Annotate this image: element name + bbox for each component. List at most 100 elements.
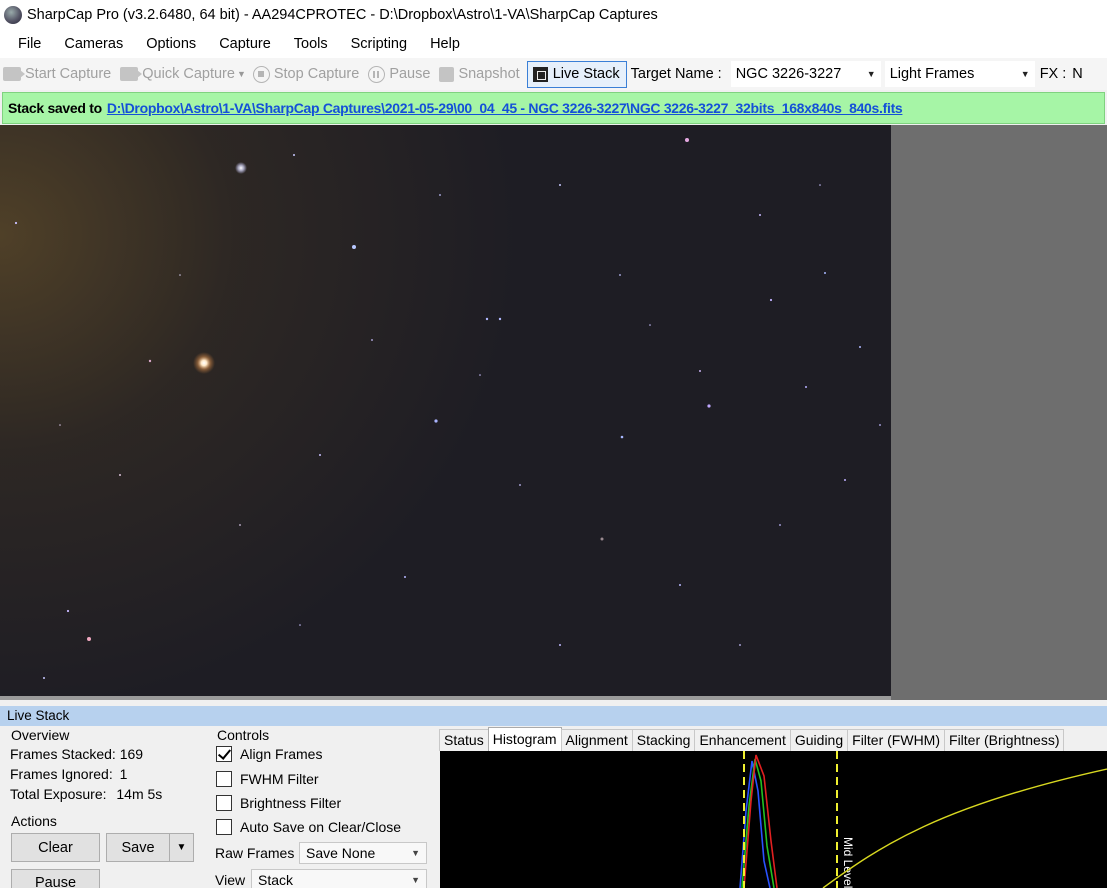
actions-title: Actions: [11, 813, 57, 829]
menu-capture[interactable]: Capture: [219, 36, 271, 52]
auto-save-label: Auto Save on Clear/Close: [240, 819, 402, 835]
total-exposure-value: 14m 5s: [116, 786, 163, 802]
sharpcap-logo-icon: [4, 6, 22, 24]
quick-capture-dropdown-icon[interactable]: ▼: [237, 69, 246, 79]
pause-label: Pause: [389, 66, 431, 82]
save-dropdown-button[interactable]: ▼: [169, 833, 194, 862]
video-camera-icon: [120, 67, 143, 81]
raw-frames-value: Save None: [306, 845, 376, 861]
menu-options[interactable]: Options: [146, 36, 196, 52]
fwhm-filter-checkbox[interactable]: FWHM Filter: [216, 771, 319, 787]
menu-file[interactable]: File: [18, 36, 41, 52]
overview-title: Overview: [11, 727, 70, 743]
start-capture-button[interactable]: Start Capture: [3, 66, 111, 82]
view-value: Stack: [258, 872, 294, 888]
save-label: Save: [121, 839, 155, 856]
pause-stack-button[interactable]: Pause: [11, 869, 100, 888]
star: [235, 162, 247, 174]
start-capture-label: Start Capture: [25, 66, 112, 82]
raw-frames-label: Raw Frames: [215, 845, 295, 861]
menu-help[interactable]: Help: [430, 36, 460, 52]
auto-save-checkbox[interactable]: Auto Save on Clear/Close: [216, 819, 401, 835]
bright-star: [193, 352, 215, 374]
checkbox-icon: [216, 819, 232, 835]
live-stack-tabs: Status Histogram Alignment Stacking Enha…: [439, 727, 1065, 751]
fx-label: FX :: [1039, 66, 1067, 82]
view-label: View: [215, 872, 246, 888]
frames-ignored-label: Frames Ignored:: [10, 766, 113, 782]
pause-icon: [368, 65, 386, 83]
viewer-scroll-edge: [0, 696, 891, 700]
video-camera-icon: [3, 67, 25, 81]
menu-bar: File Cameras Options Capture Tools Scrip…: [0, 30, 1107, 58]
view-select[interactable]: Stack ▼: [251, 869, 427, 888]
live-stack-button[interactable]: Live Stack: [526, 60, 627, 88]
tab-filter-fwhm[interactable]: Filter (FWHM): [847, 729, 946, 751]
frames-ignored-row: Frames Ignored: 1: [10, 766, 127, 782]
mid-level-label: Mid Level: [841, 837, 855, 888]
chevron-down-icon: ▼: [1020, 69, 1030, 79]
stop-capture-button[interactable]: Stop Capture: [252, 65, 360, 83]
pause-button[interactable]: Pause: [368, 65, 431, 83]
controls-title: Controls: [217, 727, 270, 743]
menu-tools[interactable]: Tools: [294, 36, 328, 52]
toolbar: Start Capture Quick Capture ▼ Stop Captu…: [0, 58, 1107, 90]
clear-label: Clear: [38, 839, 73, 856]
tab-alignment[interactable]: Alignment: [560, 729, 633, 751]
live-stack-panel-title: Live Stack: [0, 706, 1107, 726]
checkbox-icon: [216, 795, 232, 811]
stack-saved-notification: Stack saved to D:\Dropbox\Astro\1-VA\Sha…: [2, 92, 1105, 124]
clear-button[interactable]: Clear: [11, 833, 100, 862]
target-name-combo[interactable]: NGC 3226-3227 ▼: [730, 61, 881, 87]
brightness-filter-label: Brightness Filter: [240, 795, 342, 811]
tab-guiding[interactable]: Guiding: [789, 729, 849, 751]
stop-icon: [252, 65, 270, 83]
histogram-plot: Mid Level: [739, 751, 1107, 888]
tab-status[interactable]: Status: [439, 729, 489, 751]
tab-enhancement[interactable]: Enhancement: [694, 729, 791, 751]
tab-stacking[interactable]: Stacking: [631, 729, 696, 751]
live-stack-icon: [532, 66, 548, 82]
stack-saved-file-link[interactable]: D:\Dropbox\Astro\1-VA\SharpCap Captures\…: [107, 100, 903, 116]
align-frames-label: Align Frames: [240, 746, 323, 762]
brightness-filter-checkbox[interactable]: Brightness Filter: [216, 795, 341, 811]
window-title: SharpCap Pro (v3.2.6480, 64 bit) - AA294…: [27, 7, 658, 23]
frames-ignored-value: 1: [119, 766, 128, 782]
chevron-down-icon: ▼: [866, 69, 876, 79]
frames-stacked-label: Frames Stacked:: [10, 746, 116, 762]
transfer-curve: [822, 768, 1107, 888]
quick-capture-button[interactable]: Quick Capture: [120, 66, 235, 82]
raw-frames-select[interactable]: Save None ▼: [299, 842, 427, 864]
checkbox-icon: [216, 771, 232, 787]
stack-saved-prefix: Stack saved to: [8, 100, 102, 116]
snapshot-label: Snapshot: [458, 66, 520, 82]
chevron-down-icon: ▼: [411, 875, 420, 885]
checkbox-checked-icon: [216, 746, 232, 762]
total-exposure-label: Total Exposure:: [10, 786, 107, 802]
target-name-value: NGC 3226-3227: [735, 66, 842, 82]
quick-capture-label: Quick Capture: [142, 66, 235, 82]
fx-value[interactable]: N: [1072, 66, 1082, 82]
chevron-down-icon: ▼: [411, 848, 420, 858]
snapshot-button[interactable]: Snapshot: [439, 66, 520, 82]
menu-scripting[interactable]: Scripting: [351, 36, 407, 52]
frames-stacked-row: Frames Stacked: 169: [10, 746, 143, 762]
frame-type-combo[interactable]: Light Frames ▼: [884, 61, 1035, 87]
image-viewer[interactable]: [0, 125, 891, 696]
fwhm-filter-label: FWHM Filter: [240, 771, 319, 787]
histogram-display[interactable]: Mid Level: [440, 751, 1107, 888]
tab-filter-brightness[interactable]: Filter (Brightness): [944, 729, 1065, 751]
frames-stacked-value: 169: [119, 746, 144, 762]
frame-type-value: Light Frames: [889, 66, 975, 82]
snapshot-icon: [439, 66, 455, 82]
total-exposure-row: Total Exposure: 14m 5s: [10, 786, 162, 802]
star-field: [14, 138, 881, 679]
chevron-down-icon: ▼: [176, 842, 187, 853]
live-stack-label: Live Stack: [552, 66, 620, 82]
tab-histogram[interactable]: Histogram: [487, 727, 562, 751]
save-button[interactable]: Save: [106, 833, 170, 862]
menu-cameras[interactable]: Cameras: [64, 36, 123, 52]
viewer-background: [891, 125, 1107, 700]
align-frames-checkbox[interactable]: Align Frames: [216, 746, 322, 762]
stop-capture-label: Stop Capture: [273, 66, 360, 82]
